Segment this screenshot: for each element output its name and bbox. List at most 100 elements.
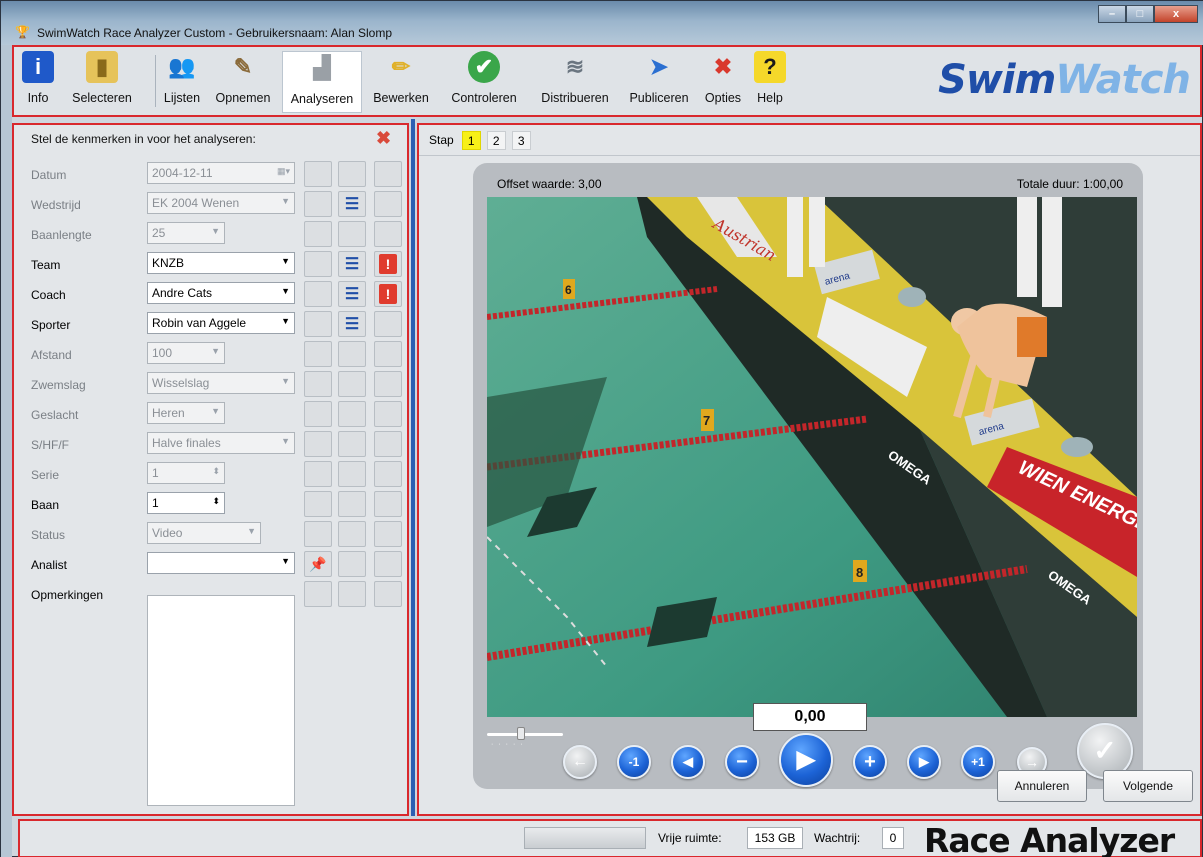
option-box[interactable] <box>374 191 402 217</box>
option-box[interactable] <box>304 521 332 547</box>
geslacht-select[interactable]: Heren ▼ <box>147 402 225 424</box>
shield-check-icon: ✔ <box>468 51 500 83</box>
option-box[interactable] <box>374 401 402 427</box>
toolbar-help[interactable]: ? Help <box>750 51 790 113</box>
queue-value: 0 <box>882 827 904 849</box>
list-button[interactable]: ☰ <box>338 281 366 307</box>
panel-splitter[interactable] <box>411 119 415 816</box>
toolbar-selecteren[interactable]: ▮ Selecteren <box>64 51 140 113</box>
status-select[interactable]: Video ▼ <box>147 522 261 544</box>
option-box[interactable] <box>374 431 402 457</box>
opmerkingen-textarea[interactable] <box>147 595 295 806</box>
field-team: Team KNZB ▼ ☰! <box>14 250 407 277</box>
option-box[interactable] <box>304 371 332 397</box>
warning-button[interactable]: ! <box>374 281 402 307</box>
option-box[interactable] <box>304 281 332 307</box>
option-box[interactable] <box>374 221 402 247</box>
option-box[interactable] <box>338 371 366 397</box>
option-box[interactable] <box>374 371 402 397</box>
option-box[interactable] <box>338 221 366 247</box>
list-button[interactable]: ☰ <box>338 251 366 277</box>
plus-one-button[interactable]: +1 <box>961 745 995 779</box>
chevron-down-icon: ▼ <box>281 556 290 566</box>
option-box[interactable] <box>374 311 402 337</box>
list-button[interactable]: ☰ <box>338 191 366 217</box>
close-button[interactable]: x <box>1154 5 1198 23</box>
option-box[interactable] <box>304 161 332 187</box>
annuleren-button[interactable]: Annuleren <box>997 770 1087 802</box>
option-box[interactable] <box>374 521 402 547</box>
stepper-icon: ⬍ <box>212 466 220 476</box>
afstand-select[interactable]: 100 ▼ <box>147 342 225 364</box>
coach-select[interactable]: Andre Cats ▼ <box>147 282 295 304</box>
toolbar-opties[interactable]: ✖ Opties <box>698 51 748 113</box>
option-box[interactable] <box>374 581 402 607</box>
toolbar-lijsten[interactable]: 👥 Lijsten <box>158 51 206 113</box>
option-box[interactable] <box>304 311 332 337</box>
option-box[interactable] <box>304 341 332 367</box>
video-frame[interactable]: Austrian OMEGA OMEGA WIEN ENERGIE arena … <box>487 197 1137 717</box>
toolbar-opnemen[interactable]: ✎ Opnemen <box>210 51 276 113</box>
option-box[interactable] <box>338 161 366 187</box>
toolbar-distribueren[interactable]: ≋ Distribueren <box>530 51 620 113</box>
option-box[interactable] <box>338 401 366 427</box>
analist-select[interactable]: ▼ <box>147 552 295 574</box>
step-back-button[interactable]: ◀ <box>671 745 705 779</box>
option-box[interactable] <box>374 161 402 187</box>
close-panel-icon[interactable]: ✖ <box>376 128 391 149</box>
step-2[interactable]: 2 <box>486 130 506 150</box>
slider-thumb[interactable] <box>517 727 525 740</box>
exclamation-icon: ! <box>379 284 397 304</box>
option-box[interactable] <box>304 221 332 247</box>
option-box[interactable] <box>304 191 332 217</box>
step-forward-button[interactable]: ▶ <box>907 745 941 779</box>
option-box[interactable] <box>304 461 332 487</box>
option-box[interactable] <box>338 491 366 517</box>
warning-button[interactable]: ! <box>374 251 402 277</box>
sporter-select[interactable]: Robin van Aggele ▼ <box>147 312 295 334</box>
step-1[interactable]: 1 <box>461 130 481 150</box>
list-button[interactable]: ☰ <box>338 311 366 337</box>
option-box[interactable] <box>338 581 366 607</box>
minus-one-button[interactable]: -1 <box>617 745 651 779</box>
wedstrijd-select[interactable]: EK 2004 Wenen ▼ <box>147 192 295 214</box>
playback-speed-slider[interactable]: ····· <box>487 727 563 748</box>
option-box[interactable] <box>374 341 402 367</box>
option-box[interactable] <box>374 491 402 517</box>
option-box[interactable] <box>304 401 332 427</box>
option-box[interactable] <box>374 461 402 487</box>
toolbar-publiceren[interactable]: ➤ Publiceren <box>620 51 698 113</box>
back-button[interactable]: ← <box>563 745 597 779</box>
option-box[interactable] <box>338 431 366 457</box>
minimize-button[interactable]: – <box>1098 5 1126 23</box>
toolbar-controleren[interactable]: ✔ Controleren <box>442 51 526 113</box>
option-box[interactable] <box>374 551 402 577</box>
option-box[interactable] <box>304 491 332 517</box>
toolbar-info[interactable]: i Info <box>18 51 58 113</box>
step-3[interactable]: 3 <box>511 130 531 150</box>
option-box[interactable] <box>338 551 366 577</box>
option-box[interactable] <box>304 431 332 457</box>
option-box[interactable] <box>338 461 366 487</box>
date-picker[interactable]: 2004-12-11 ▦▾ <box>147 162 295 184</box>
toolbar-analyseren[interactable]: ▟ Analyseren <box>282 51 362 113</box>
zwemslag-select[interactable]: Wisselslag ▼ <box>147 372 295 394</box>
baanlengte-select[interactable]: 25 ▼ <box>147 222 225 244</box>
play-button[interactable]: ▶ <box>779 733 833 787</box>
maximize-button[interactable]: □ <box>1126 5 1154 23</box>
baan-stepper[interactable]: 1 ⬍ <box>147 492 225 514</box>
volgende-button[interactable]: Volgende <box>1103 770 1193 802</box>
team-select[interactable]: KNZB ▼ <box>147 252 295 274</box>
option-box[interactable] <box>304 251 332 277</box>
slower-button[interactable]: − <box>725 745 759 779</box>
serie-stepper[interactable]: 1 ⬍ <box>147 462 225 484</box>
toolbar-bewerken[interactable]: ✏ Bewerken <box>368 51 434 113</box>
total-duration: Totale duur: 1:00,00 <box>1016 177 1123 191</box>
option-box[interactable] <box>338 521 366 547</box>
shff-select[interactable]: Halve finales ▼ <box>147 432 295 454</box>
faster-button[interactable]: + <box>853 745 887 779</box>
option-box[interactable] <box>304 581 332 607</box>
option-box[interactable] <box>338 341 366 367</box>
plus-one-icon: +1 <box>971 755 985 769</box>
pin-button[interactable]: 📌 <box>304 551 332 577</box>
